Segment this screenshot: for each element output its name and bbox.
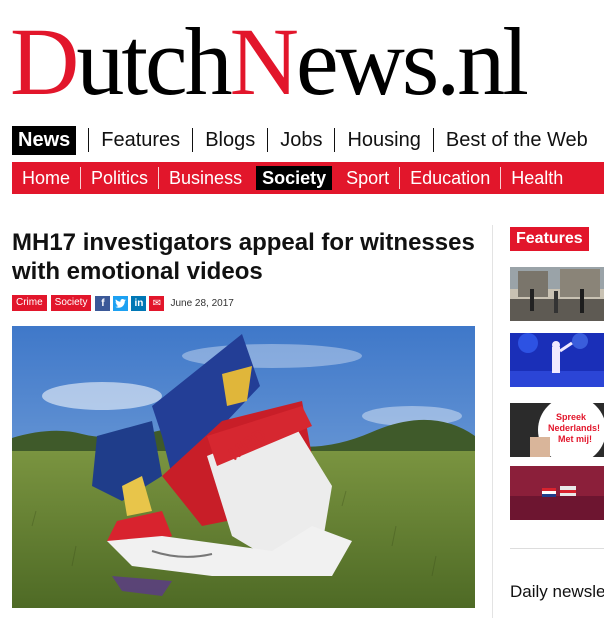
article-date: June 28, 2017	[170, 297, 234, 309]
article-headline: MH17 investigators appeal for witnesses …	[12, 229, 475, 285]
section-education[interactable]: Education	[399, 167, 500, 189]
primary-nav: News Features Blogs Jobs Housing Best of…	[12, 124, 600, 156]
sidebar-divider-line	[510, 548, 604, 549]
nav-best-of-the-web[interactable]: Best of the Web	[432, 128, 600, 152]
twitter-share-icon[interactable]	[113, 295, 129, 311]
nav-blogs[interactable]: Blogs	[192, 128, 267, 152]
nav-news[interactable]: News	[12, 125, 77, 155]
features-heading[interactable]: Features	[510, 227, 589, 251]
section-home[interactable]: Home	[12, 167, 80, 189]
section-politics[interactable]: Politics	[80, 167, 158, 189]
linkedin-share-icon[interactable]: in	[131, 295, 147, 311]
logo-text-utch: utch	[76, 8, 232, 115]
svg-text:Spreek: Spreek	[556, 412, 587, 422]
logo-text-ews: ews.nl	[295, 8, 529, 115]
email-share-icon[interactable]: ✉	[149, 295, 165, 311]
site-logo[interactable]: DutchNews.nl	[10, 12, 529, 112]
svg-text:Nederlands!: Nederlands!	[548, 423, 600, 433]
tag-crime[interactable]: Crime	[12, 295, 47, 311]
article-photo: MRD	[12, 326, 475, 608]
feature-thumb-3[interactable]: Spreek Nederlands! Met mij!	[510, 403, 604, 457]
section-sport[interactable]: Sport	[336, 167, 399, 189]
nav-housing[interactable]: Housing	[334, 128, 432, 152]
article-meta: Crime Society f in ✉ June 28, 2017	[12, 295, 234, 311]
logo-letter-n: N	[229, 8, 299, 115]
section-society[interactable]: Society	[256, 166, 333, 190]
nav-features[interactable]: Features	[89, 128, 192, 152]
feature-thumb-2[interactable]	[510, 333, 604, 387]
logo-letter-d: D	[10, 8, 79, 115]
feature-thumb-4[interactable]	[510, 466, 604, 520]
nav-jobs[interactable]: Jobs	[267, 128, 334, 152]
section-nav: Home Politics Business Society Sport Edu…	[12, 162, 604, 194]
tag-society[interactable]: Society	[50, 295, 92, 311]
section-health[interactable]: Health	[500, 167, 573, 189]
sidebar-divider	[492, 225, 493, 618]
feature-thumb-1[interactable]	[510, 267, 604, 321]
daily-newsletter-heading[interactable]: Daily newsletter	[510, 582, 604, 602]
svg-text:Met mij!: Met mij!	[558, 434, 592, 444]
facebook-share-icon[interactable]: f	[95, 295, 111, 311]
section-business[interactable]: Business	[158, 167, 252, 189]
